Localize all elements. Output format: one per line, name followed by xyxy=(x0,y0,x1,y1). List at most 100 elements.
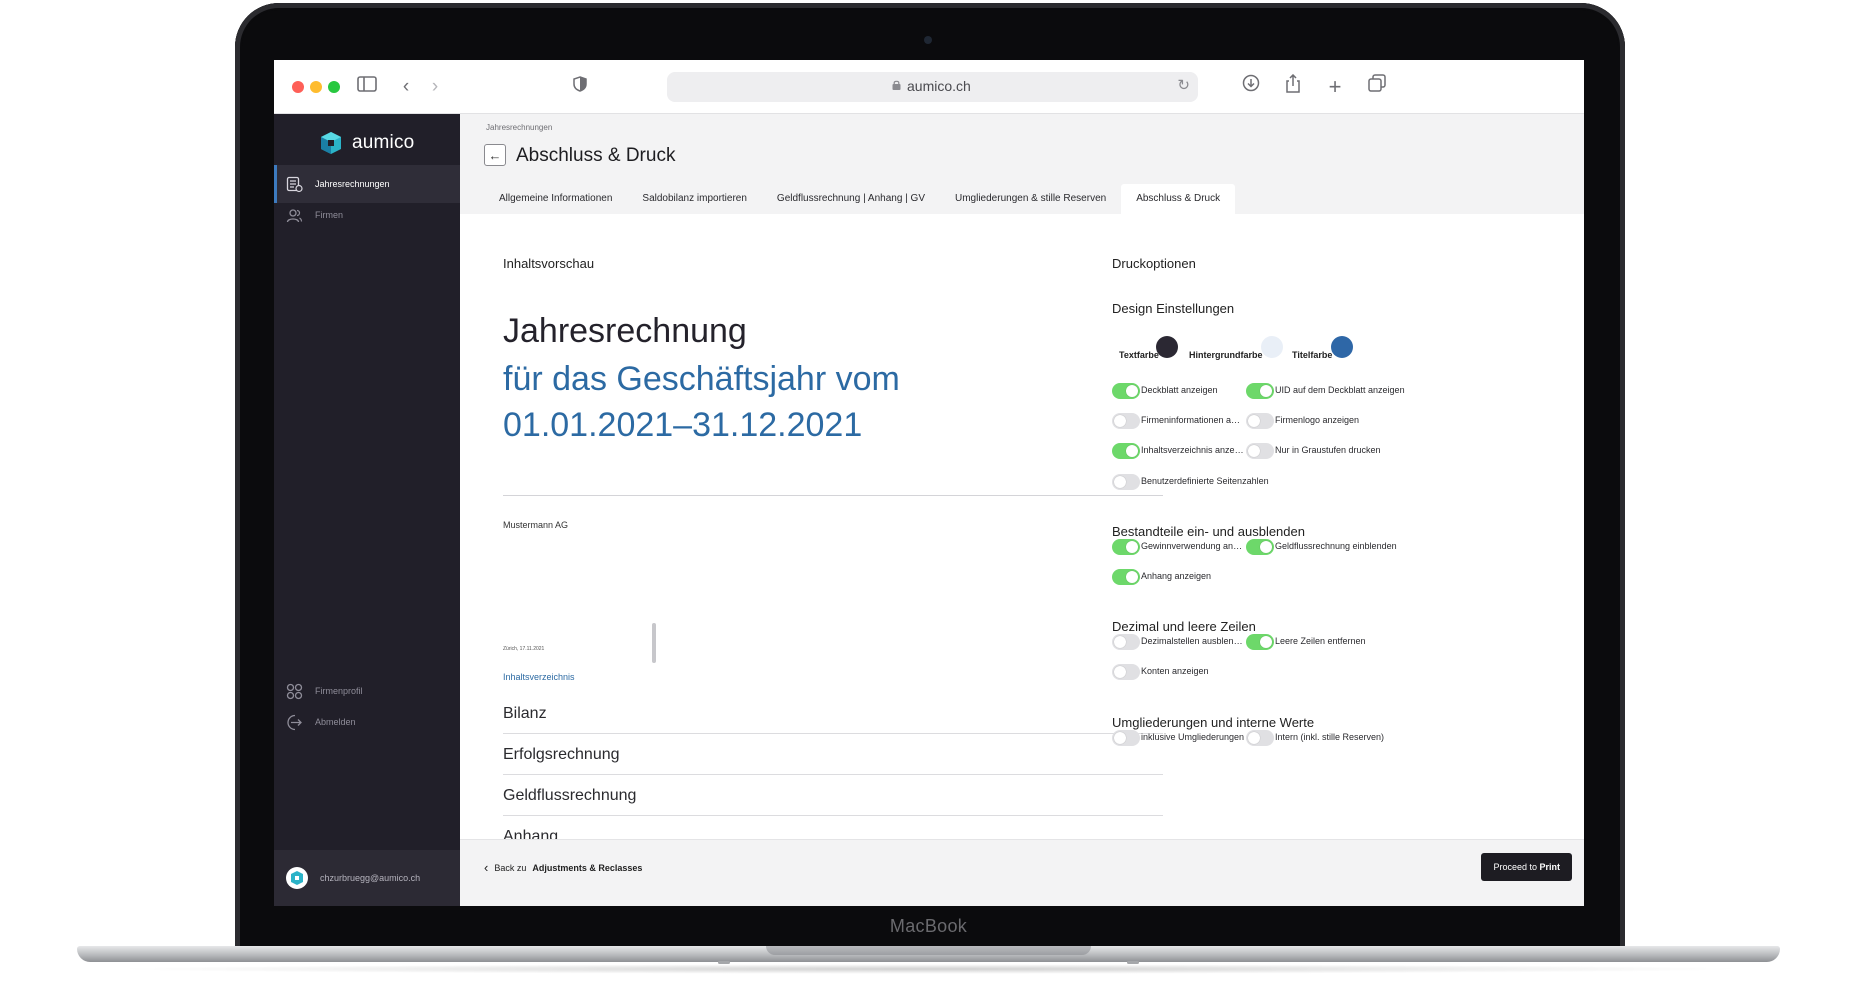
footer-bar: ‹ Back zu Adjustments & Reclasses Proceed… xyxy=(460,839,1584,906)
toc-item: Erfolgsrechnung xyxy=(503,734,1163,775)
toggle-label: Benutzerdefinierte Seitenzahlen xyxy=(1141,475,1269,486)
toggle-switch[interactable] xyxy=(1246,730,1274,746)
sidebar-item-firmen[interactable]: Firmen xyxy=(274,196,460,234)
app-logo[interactable]: aumico xyxy=(318,128,414,158)
share-icon[interactable] xyxy=(1282,73,1304,100)
toggle-switch[interactable] xyxy=(1112,539,1140,555)
toggle-switch[interactable] xyxy=(1112,443,1140,460)
minimize-window-button[interactable] xyxy=(310,81,322,93)
tab-allgemeine-informationen[interactable]: Allgemeine Informationen xyxy=(484,184,627,214)
toggle-label: Gewinnverwendung anzeigen xyxy=(1141,541,1245,551)
title-color-label: Titelfarbe xyxy=(1292,350,1333,360)
back-button[interactable]: ← xyxy=(484,144,506,166)
toggle-switch[interactable] xyxy=(1112,730,1140,746)
sidebar-item-abmelden[interactable]: Abmelden xyxy=(274,703,460,741)
document-list-icon xyxy=(286,176,303,192)
toggle-switch[interactable] xyxy=(1246,413,1274,430)
doc-subtitle-line: für das Geschäftsjahr vom xyxy=(503,360,900,398)
toggle-label: Deckblatt anzeigen xyxy=(1141,385,1218,395)
content-card: Inhaltsvorschau Jahresrechnung für das G… xyxy=(460,214,1584,839)
page-title: Abschluss & Druck xyxy=(516,145,676,166)
close-window-button[interactable] xyxy=(292,81,304,93)
reload-icon[interactable]: ↻ xyxy=(1177,76,1190,94)
toggle-switch[interactable] xyxy=(1112,664,1140,681)
laptop-foot xyxy=(718,961,730,964)
new-tab-icon[interactable]: + xyxy=(1324,74,1346,100)
tab-saldobilanz-importieren[interactable]: Saldobilanz importieren xyxy=(627,184,762,214)
doc-title: Jahresrechnung xyxy=(503,312,747,350)
chevron-left-icon: ‹ xyxy=(484,860,489,875)
toc-item: Anhang xyxy=(503,816,1163,839)
doc-divider xyxy=(503,495,1163,496)
forward-nav-icon[interactable]: › xyxy=(427,74,443,100)
toggle-switch[interactable] xyxy=(1112,383,1140,399)
toggle-switch[interactable] xyxy=(1246,443,1274,460)
proceed-to-print-button[interactable]: Proceed to Print xyxy=(1481,853,1572,881)
doc-subtitle: für das Geschäftsjahr vom 01.01.2021–31.… xyxy=(503,356,943,448)
download-icon[interactable] xyxy=(1240,74,1262,100)
sidebar-item-label: Firmen xyxy=(315,210,344,220)
toggle-switch[interactable] xyxy=(1112,569,1140,586)
user-email: chzurbruegg@aumico.ch xyxy=(320,873,421,883)
toggle-switch[interactable] xyxy=(1246,383,1274,399)
toggle-switch[interactable] xyxy=(1246,539,1274,555)
tab-bar: Allgemeine Informationen Saldobilanz imp… xyxy=(484,184,1236,214)
lock-icon xyxy=(892,80,901,90)
sidebar-item-label: Abmelden xyxy=(315,717,356,727)
laptop-shadow xyxy=(110,964,1750,974)
camera-dot xyxy=(924,36,932,44)
title-color-swatch[interactable] xyxy=(1331,336,1353,358)
toggle-label: Leere Zeilen entfernen xyxy=(1275,636,1366,646)
toggle-label: Inhaltsverzeichnis anzeigen xyxy=(1141,445,1245,456)
text-color-swatch[interactable] xyxy=(1156,336,1178,358)
back-nav-icon[interactable]: ‹ xyxy=(398,74,414,100)
user-profile[interactable]: chzurbruegg@aumico.ch xyxy=(274,850,460,906)
main-content: Jahresrechnungen ← Abschluss & Druck All… xyxy=(460,114,1584,906)
toggle-switch[interactable] xyxy=(1112,473,1140,490)
brand-label: MacBook xyxy=(889,916,968,936)
tab-abschluss-druck[interactable]: Abschluss & Druck xyxy=(1121,184,1236,214)
doc-subtitle-line: 01.01.2021–31.12.2021 xyxy=(503,406,863,444)
back-to-adjustments-link[interactable]: ‹ Back zu Adjustments & Reclasses xyxy=(484,860,642,875)
toggle-label: Firmeninformationen anzeigen xyxy=(1141,415,1245,426)
tab-geldflussrechnung[interactable]: Geldflussrechnung | Anhang | GV xyxy=(762,184,940,214)
toggle-switch[interactable] xyxy=(1112,634,1140,650)
proceed-prefix: Proceed to xyxy=(1493,862,1537,872)
toggle-label: Anhang anzeigen xyxy=(1141,571,1212,582)
text-color-label: Textfarbe xyxy=(1119,350,1159,360)
back-link-prefix: Back zu xyxy=(494,862,527,873)
logo-text: aumico xyxy=(352,132,415,153)
sidebar-toggle-icon[interactable] xyxy=(356,74,378,100)
users-icon xyxy=(286,208,303,222)
logout-icon xyxy=(287,714,302,730)
aumico-avatar-icon xyxy=(291,871,303,885)
design-settings-heading: Design Einstellungen xyxy=(1112,301,1235,316)
zoom-window-button[interactable] xyxy=(328,81,340,93)
url-text: aumico.ch xyxy=(907,78,971,94)
scroll-handle[interactable] xyxy=(652,623,656,663)
background-color-swatch[interactable] xyxy=(1261,336,1283,358)
tab-umgliederungen[interactable]: Umgliederungen & stille Reserven xyxy=(940,184,1121,214)
sidebar-item-label: Firmenprofil xyxy=(315,686,363,696)
address-bar[interactable]: aumico.ch ↻ xyxy=(667,72,1198,102)
toggle-label: Dezimalstellen ausblenden xyxy=(1141,636,1245,646)
toc-label[interactable]: Inhaltsverzeichnis xyxy=(503,672,575,682)
shield-icon[interactable] xyxy=(571,74,589,100)
tab-overview-icon[interactable] xyxy=(1366,74,1388,100)
preview-label: Inhaltsvorschau xyxy=(503,256,595,271)
laptop-notch xyxy=(766,946,1091,955)
aumico-logo-icon xyxy=(321,132,341,154)
arrow-left-icon: ← xyxy=(488,147,502,163)
toc-item: Bilanz xyxy=(503,693,1163,734)
decimals-heading: Dezimal und leere Zeilen xyxy=(1112,619,1256,634)
laptop-foot xyxy=(1127,961,1139,964)
toggle-switch[interactable] xyxy=(1112,413,1140,430)
breadcrumb[interactable]: Jahresrechnungen xyxy=(486,123,552,132)
toggle-label: Geldflussrechnung einblenden xyxy=(1275,541,1397,551)
toggle-label: Nur in Graustufen drucken xyxy=(1275,445,1381,456)
reclass-heading: Umgliederungen und interne Werte xyxy=(1112,715,1315,730)
company-name: Mustermann AG xyxy=(503,520,569,530)
toggle-label: Intern (inkl. stille Reserven) xyxy=(1275,732,1385,742)
sidebar-item-label: Jahresrechnungen xyxy=(315,179,390,189)
toggle-switch[interactable] xyxy=(1246,634,1274,650)
